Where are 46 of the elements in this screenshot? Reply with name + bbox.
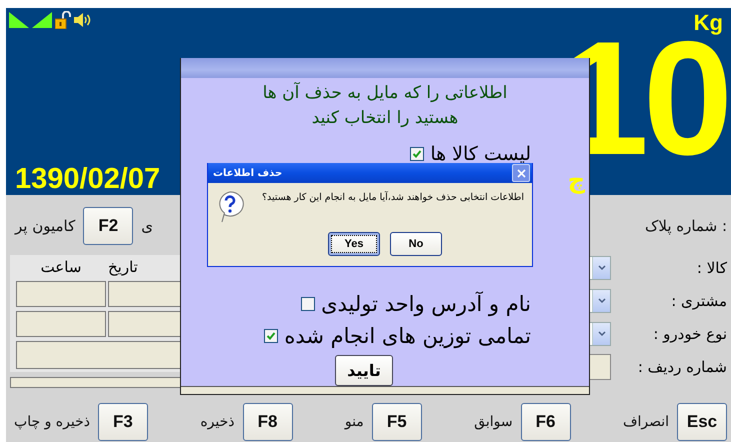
option-label: لیست کالا ها: [430, 142, 531, 165]
field-label: شماره پلاک :: [644, 217, 727, 235]
key-button[interactable]: F8: [242, 403, 292, 441]
checkbox[interactable]: [410, 146, 424, 161]
message-text: اطلاعات انتخابی حذف خواهند شد،آیا مایل به انجام این کار هستید؟: [260, 191, 524, 204]
lock-icon: [55, 11, 71, 29]
dialog-prompt: هستید را انتخاب کنید: [310, 108, 460, 128]
key-button[interactable]: F6: [520, 403, 571, 441]
close-button[interactable]: [512, 164, 530, 182]
key-label: سوابق: [474, 414, 513, 430]
field-label: شماره ردیف :: [636, 358, 727, 376]
key-button[interactable]: F5: [372, 403, 422, 441]
field-label: کالا :: [696, 258, 727, 276]
close-icon: [516, 168, 526, 178]
dialog-button[interactable]: No: [390, 232, 442, 256]
window-title: حذف اطلاعات: [213, 168, 282, 178]
key-button[interactable]: Esc: [677, 403, 727, 441]
check-icon: [412, 148, 422, 159]
key-label: انصراف: [622, 414, 669, 430]
checkbox[interactable]: [264, 328, 278, 343]
check-icon: [266, 330, 276, 341]
signal-icon: [9, 12, 29, 28]
option-label: تمامی توزین های انجام شده: [284, 324, 531, 348]
column-header: ساعت: [40, 257, 82, 277]
chevron-down-icon: [598, 264, 606, 270]
field-label: نوع خودرو :: [652, 324, 727, 342]
option-label: نام و آدرس واحد تولیدی: [321, 292, 531, 316]
column-header: تاریخ: [108, 257, 139, 277]
date-label: 1390/02/07: [15, 164, 160, 194]
field-label: مشتری :: [670, 292, 727, 310]
chevron-down-icon: [598, 298, 606, 304]
key-label: ذخیره و چاپ: [14, 414, 90, 430]
dialog-button[interactable]: Yes: [328, 232, 380, 256]
checkbox[interactable]: [301, 296, 316, 311]
question-icon: [216, 191, 244, 223]
key-label: ی: [141, 217, 154, 235]
speaker-icon: [74, 13, 92, 27]
chevron-down-icon: [598, 330, 606, 336]
key-button[interactable]: F3: [98, 403, 148, 441]
key-button[interactable]: F2: [83, 207, 134, 245]
key-label: منو: [344, 414, 364, 430]
key-label: ذخیره: [200, 414, 234, 430]
dialog-prompt: اطلاعاتی را که مایل به حذف آن ها: [262, 84, 508, 103]
key-label: کامیون پر: [15, 217, 76, 235]
signal-icon: [32, 12, 52, 28]
confirm-button[interactable]: تایید: [335, 354, 393, 386]
